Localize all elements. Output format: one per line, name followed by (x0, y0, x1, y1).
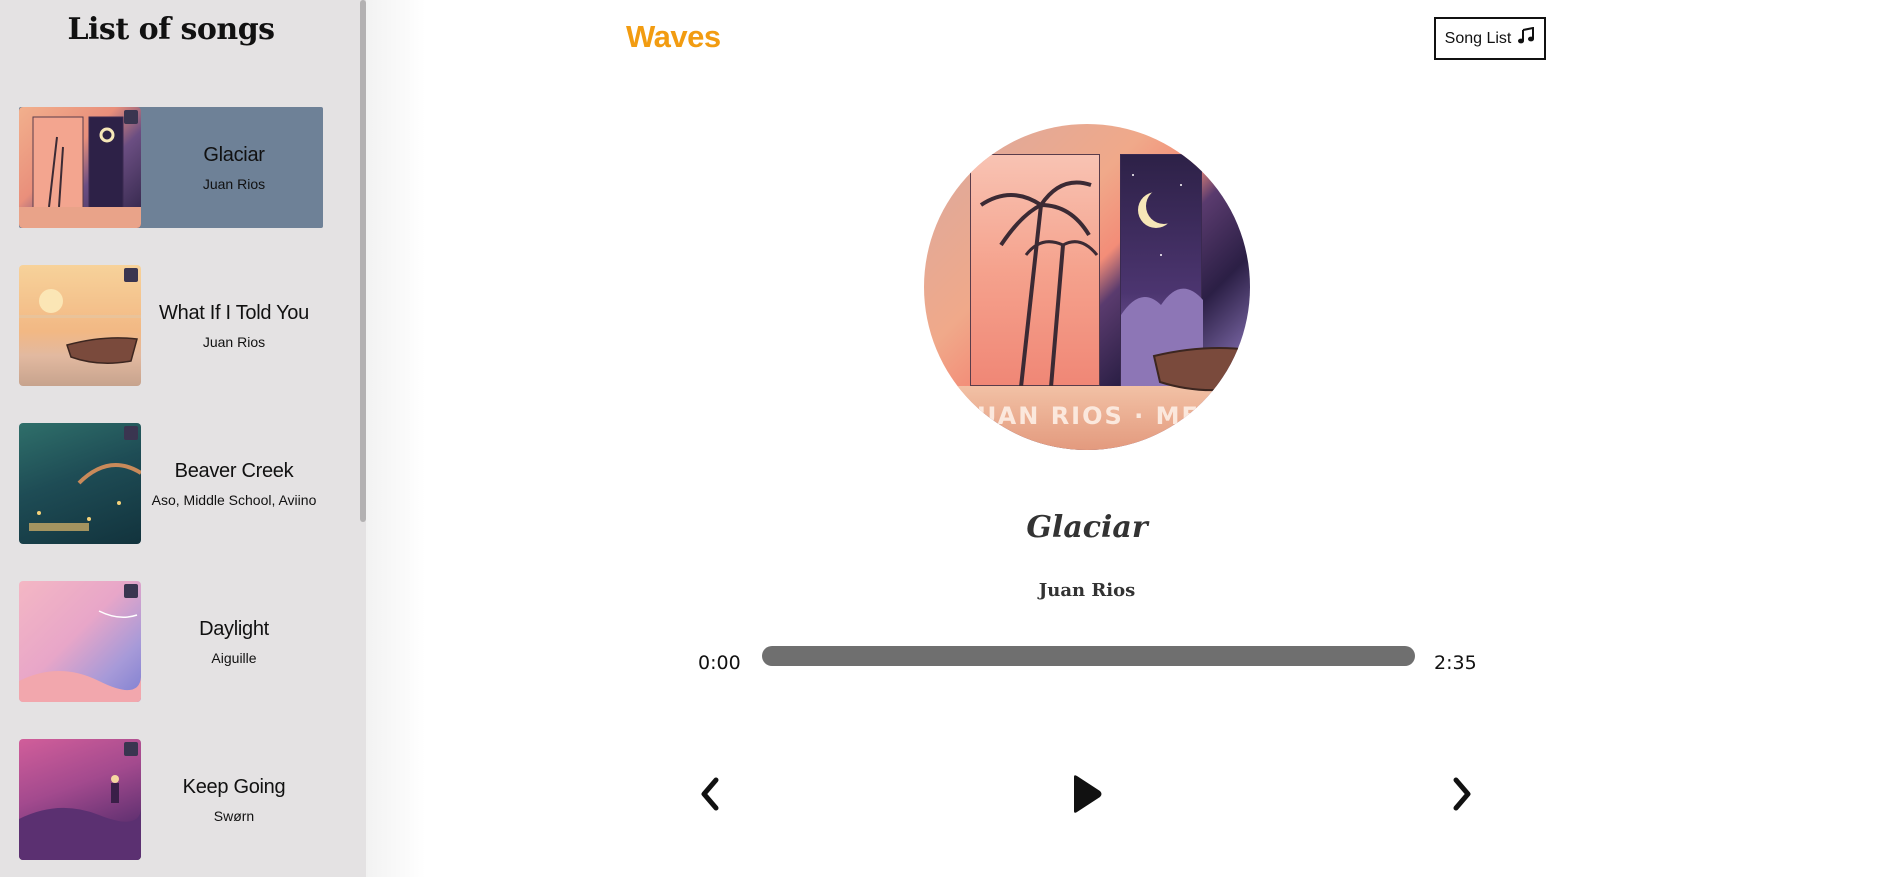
song-cover (19, 107, 141, 228)
song-artist: Juan Rios (202, 333, 266, 350)
song-title: Glaciar (203, 143, 265, 166)
sidebar-title: List of songs (67, 12, 275, 47)
next-button[interactable] (1442, 774, 1482, 814)
song-title: Keep Going (182, 775, 286, 798)
song-cover (19, 265, 141, 386)
song-list-label: Song List (1444, 29, 1512, 47)
song-title: What If I Told You (159, 301, 309, 324)
song-cover (19, 739, 141, 860)
total-time: 2:35 (1434, 652, 1477, 674)
cover-art-text: JUAN RIOS · MERAKI (966, 402, 1250, 430)
song-title: Beaver Creek (174, 459, 294, 482)
now-playing-artist: Juan Rios (1038, 580, 1136, 601)
current-time: 0:00 (698, 652, 741, 674)
progress-bar[interactable] (762, 646, 1415, 666)
song-cover (19, 423, 141, 544)
play-icon (1074, 775, 1102, 813)
song-item-glaciar[interactable]: Glaciar Juan Rios (19, 107, 323, 228)
song-title: Daylight (199, 617, 269, 640)
song-list-button[interactable]: Song List (1434, 17, 1546, 60)
album-badge-icon (124, 426, 138, 440)
album-badge-icon (124, 742, 138, 756)
previous-button[interactable] (690, 774, 730, 814)
album-badge-icon (124, 268, 138, 282)
song-item-daylight[interactable]: Daylight Aiguille (19, 581, 323, 702)
sidebar-shadow (366, 0, 426, 877)
album-badge-icon (124, 110, 138, 124)
library-sidebar: List of songs Glaciar Juan Rios What If … (0, 0, 366, 877)
album-badge-icon (124, 584, 138, 598)
song-item-what-if-i-told-you[interactable]: What If I Told You Juan Rios (19, 265, 323, 386)
song-item-beaver-creek[interactable]: Beaver Creek Aso, Middle School, Aviino (19, 423, 323, 544)
chevron-right-icon (1453, 777, 1471, 811)
song-artist: Aso, Middle School, Aviino (151, 491, 317, 508)
chevron-left-icon (701, 777, 719, 811)
song-cover (19, 581, 141, 702)
now-playing-title: Glaciar (1026, 510, 1148, 545)
play-button[interactable] (1066, 774, 1106, 814)
music-note-icon (1517, 26, 1535, 50)
song-artist: Swørn (213, 807, 255, 824)
song-artist: Aiguille (211, 649, 257, 666)
song-artist: Juan Rios (202, 175, 266, 192)
now-playing-cover: JUAN RIOS · MERAKI (924, 124, 1250, 450)
song-item-keep-going[interactable]: Keep Going Swørn (19, 739, 323, 860)
app-logo: Waves (626, 19, 721, 54)
